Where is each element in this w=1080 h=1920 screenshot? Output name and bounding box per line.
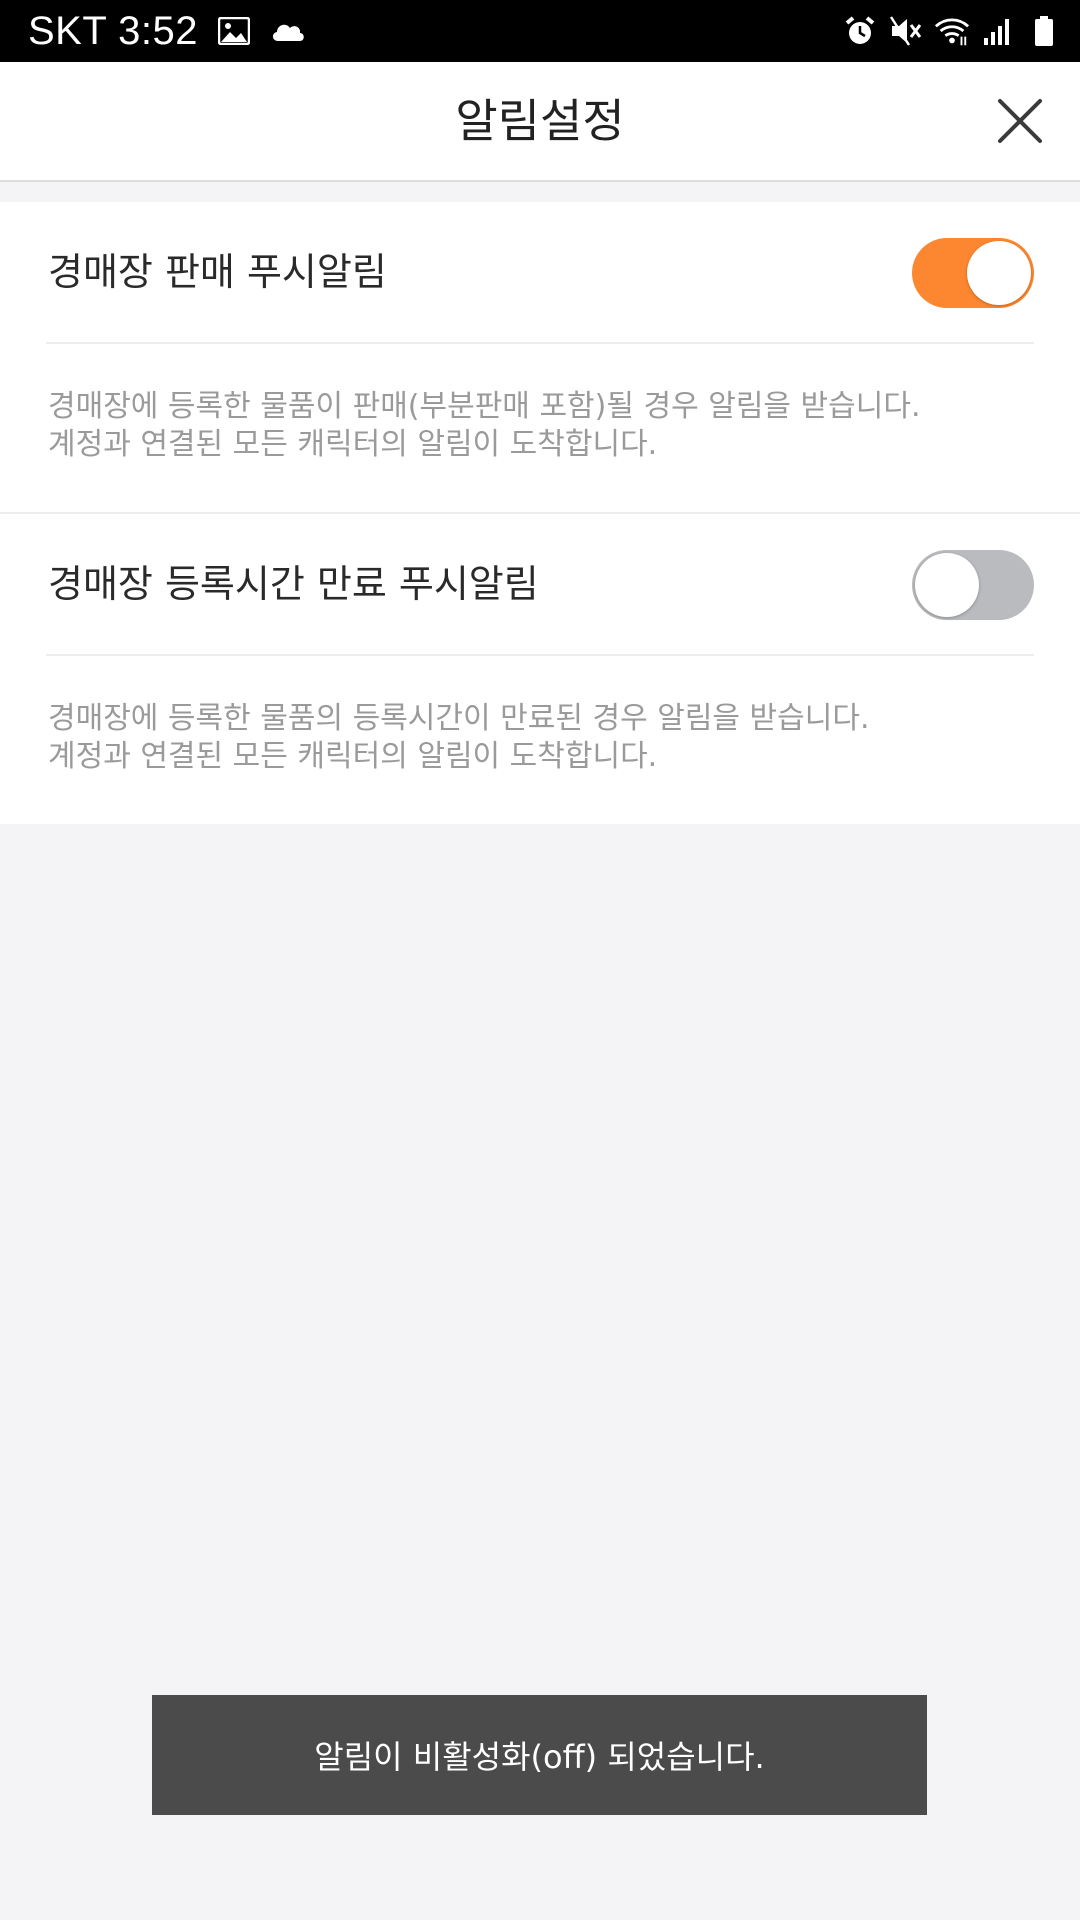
mute-icon (888, 15, 924, 47)
description-line: 계정과 연결된 모든 캐릭터의 알림이 도착합니다. (48, 427, 658, 462)
close-button[interactable] (994, 95, 1046, 147)
setting-auction-sale: 경매장 판매 푸시알림 경매장에 등록한 물품이 판매(부분판매 포함)될 경우… (0, 202, 1080, 512)
alarm-icon (842, 15, 878, 47)
auction-expiry-toggle[interactable] (912, 550, 1034, 620)
description-line: 경매장에 등록한 물품이 판매(부분판매 포함)될 경우 알림을 받습니다. (48, 389, 921, 424)
setting-row: 경매장 등록시간 만료 푸시알림 (46, 514, 1034, 656)
setting-label: 경매장 판매 푸시알림 (48, 250, 387, 294)
status-bar: SKT 3:52 (0, 0, 1080, 62)
wifi-icon (934, 15, 970, 47)
setting-row: 경매장 판매 푸시알림 (46, 202, 1034, 344)
cloud-icon (270, 15, 306, 47)
image-icon (216, 15, 252, 47)
status-bar-right (842, 0, 1062, 62)
status-carrier-time: SKT 3:52 (28, 8, 199, 53)
toast-message: 알림이 비활성화(off) 되었습니다. (152, 1695, 927, 1815)
settings-panel: 경매장 판매 푸시알림 경매장에 등록한 물품이 판매(부분판매 포함)될 경우… (0, 202, 1080, 824)
toggle-knob (967, 241, 1031, 305)
setting-auction-expiry: 경매장 등록시간 만료 푸시알림 경매장에 등록한 물품의 등록시간이 만료된 … (0, 514, 1080, 824)
setting-description: 경매장에 등록한 물품이 판매(부분판매 포함)될 경우 알림을 받습니다. 계… (0, 344, 1080, 512)
app-header: 알림설정 (0, 62, 1080, 182)
page-title: 알림설정 (455, 94, 625, 148)
description-line: 경매장에 등록한 물품의 등록시간이 만료된 경우 알림을 받습니다. (48, 701, 870, 736)
setting-label: 경매장 등록시간 만료 푸시알림 (48, 562, 539, 606)
battery-icon (1026, 15, 1062, 47)
signal-icon (980, 15, 1016, 47)
toggle-knob (915, 553, 979, 617)
status-bar-left: SKT 3:52 (28, 0, 306, 62)
auction-sale-toggle[interactable] (912, 238, 1034, 308)
setting-description: 경매장에 등록한 물품의 등록시간이 만료된 경우 알림을 받습니다. 계정과 … (0, 656, 1080, 824)
description-line: 계정과 연결된 모든 캐릭터의 알림이 도착합니다. (48, 739, 658, 774)
close-icon (998, 99, 1042, 143)
